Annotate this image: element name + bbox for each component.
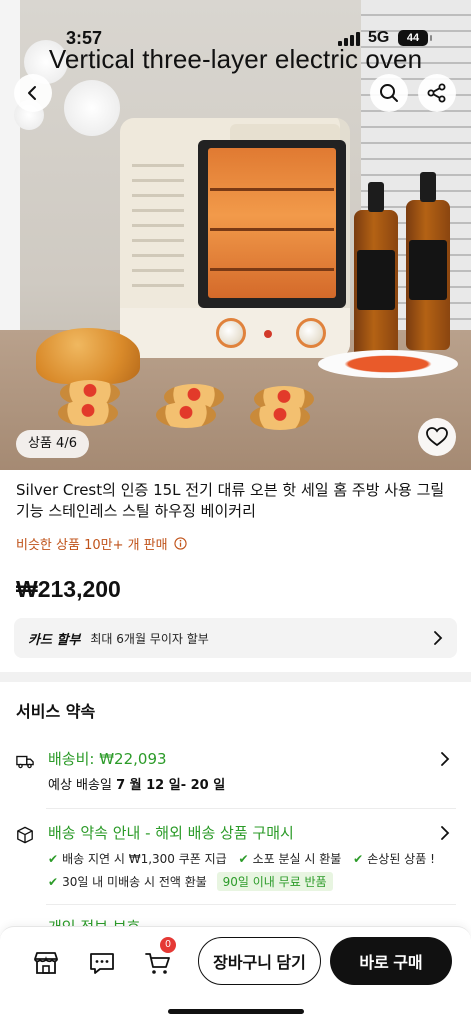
status-time: 3:57 bbox=[66, 28, 103, 48]
heart-icon bbox=[426, 427, 448, 447]
cart-icon[interactable] bbox=[144, 949, 172, 977]
image-page-indicator: 상품 4/6 bbox=[16, 430, 89, 458]
shipping-fee: 배송비: ₩22,093 bbox=[48, 750, 167, 768]
guarantee-bullet: 30일 내 미배송 시 전액 환불 bbox=[62, 875, 207, 889]
search-icon bbox=[380, 84, 398, 102]
search-button[interactable] bbox=[370, 74, 408, 112]
tart-photo bbox=[250, 404, 310, 430]
whiskey-bottle bbox=[406, 172, 450, 350]
wishlist-button[interactable] bbox=[418, 418, 456, 456]
store-icon[interactable] bbox=[32, 949, 60, 977]
guarantee-bullets-row1: ✔ 배송 지연 시 ₩1,300 쿠폰 지급 ✔ 소포 분실 시 환불 ✔ 손상된 상… bbox=[48, 850, 435, 867]
tart-photo bbox=[156, 402, 216, 428]
row-divider bbox=[46, 904, 456, 905]
card-installment-label: 카드 할부 bbox=[28, 632, 81, 648]
check-icon: ✔ bbox=[238, 852, 249, 866]
back-button[interactable] bbox=[14, 74, 52, 112]
guarantee-bullet: 소포 분실 시 환불 bbox=[252, 852, 342, 866]
share-icon bbox=[427, 83, 446, 103]
network-label: 5G bbox=[368, 29, 390, 46]
card-installment-banner[interactable]: 카드 할부 최대 6개월 무이자 할부 bbox=[14, 618, 457, 658]
guarantee-bullet: 손상된 상품 ! bbox=[367, 852, 435, 866]
chat-icon[interactable] bbox=[88, 949, 116, 977]
chevron-right-icon bbox=[441, 826, 450, 840]
check-icon: ✔ bbox=[353, 852, 364, 866]
signal-icon bbox=[338, 32, 362, 46]
guarantee-title: 배송 약속 안내 - 해외 배송 상품 구매시 bbox=[48, 824, 294, 842]
add-to-cart-button[interactable]: 장바구니 담기 bbox=[198, 937, 321, 985]
chevron-right-icon bbox=[441, 752, 450, 766]
status-bar: 3:57 5G 44 bbox=[0, 24, 471, 54]
guarantee-bullets-row2: ✔ 30일 내 미배송 시 전액 환불 90일 이내 무료 반품 bbox=[48, 872, 333, 891]
food-plate bbox=[318, 350, 458, 378]
guarantee-bullet: 배송 지연 시 ₩1,300 쿠폰 지급 bbox=[62, 852, 227, 866]
section-divider bbox=[0, 672, 471, 682]
info-icon bbox=[173, 537, 187, 550]
delivery-estimate: 예상 배송일 7 월 12 일- 20 일 bbox=[48, 774, 225, 793]
sold-count[interactable]: 비슷한 상품 10만+ 개 판매 bbox=[16, 534, 187, 553]
buy-now-button[interactable]: 바로 구매 bbox=[330, 937, 452, 985]
package-icon bbox=[17, 826, 33, 844]
service-section-title: 서비스 약속 bbox=[16, 702, 96, 721]
tart-photo bbox=[58, 400, 118, 426]
share-button[interactable] bbox=[418, 74, 456, 112]
truck-icon bbox=[16, 755, 34, 769]
delivery-estimate-label: 예상 배송일 bbox=[48, 778, 112, 793]
row-divider bbox=[46, 808, 456, 809]
chevron-left-icon bbox=[28, 86, 36, 100]
check-icon: ✔ bbox=[48, 852, 59, 866]
delivery-estimate-dates: 7 월 12 일- 20 일 bbox=[116, 778, 226, 793]
oven-photo bbox=[120, 118, 350, 358]
free-return-tag: 90일 이내 무료 반품 bbox=[216, 872, 333, 891]
home-indicator bbox=[168, 1009, 304, 1014]
shipping-row[interactable]: 배송비: ₩22,093 예상 배송일 7 월 12 일- 20 일 bbox=[16, 748, 456, 798]
product-price: ₩213,200 bbox=[16, 576, 121, 602]
bread-photo bbox=[36, 328, 140, 384]
cart-count-badge: 0 bbox=[160, 937, 176, 953]
product-title: Silver Crest의 인증 15L 전기 대류 오븐 핫 세일 홈 주방 … bbox=[16, 481, 445, 520]
bottom-action-bar: 0 장바구니 담기 바로 구매 bbox=[0, 926, 471, 1024]
check-icon: ✔ bbox=[48, 875, 59, 889]
chevron-right-icon bbox=[434, 631, 443, 645]
sold-count-text: 비슷한 상품 10만+ 개 판매 bbox=[16, 538, 168, 553]
card-installment-text: 최대 6개월 무이자 할부 bbox=[90, 631, 209, 646]
whiskey-bottle bbox=[354, 182, 398, 360]
battery-icon: 44 bbox=[398, 30, 432, 46]
